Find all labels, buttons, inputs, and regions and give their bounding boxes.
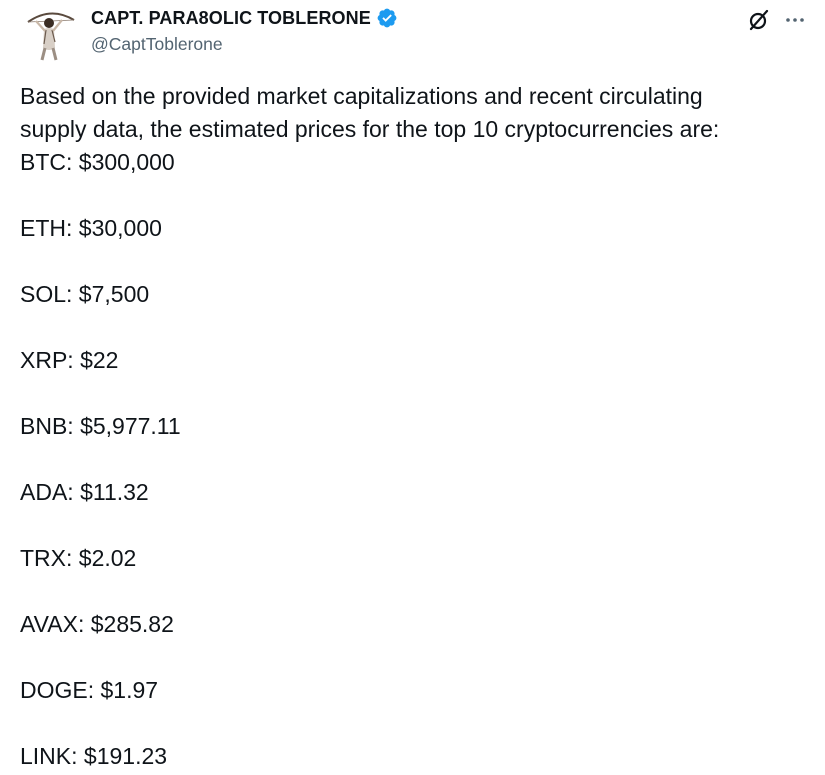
- verified-badge-icon[interactable]: [376, 7, 398, 29]
- user-handle[interactable]: @CaptToblerone: [91, 34, 398, 55]
- price-line-link: LINK: $191.23: [20, 743, 168, 769]
- avatar[interactable]: [22, 4, 80, 62]
- price-line-bnb: BNB: $5,977.11: [20, 413, 181, 439]
- price-line-xrp: XRP: $22: [20, 347, 119, 373]
- tweet-intro-line: Based on the provided market capitalizat…: [20, 83, 703, 109]
- more-horizontal-icon[interactable]: [783, 8, 807, 32]
- tweet-intro-line: supply data, the estimated prices for th…: [20, 116, 720, 142]
- tweet-card: CAPT. PARA8OLIC TOBLERONE @CaptToblerone: [0, 0, 825, 775]
- price-line-btc: BTC: $300,000: [20, 149, 175, 175]
- name-row: CAPT. PARA8OLIC TOBLERONE: [91, 6, 398, 30]
- tweet-header: CAPT. PARA8OLIC TOBLERONE @CaptToblerone: [91, 6, 398, 55]
- price-line-avax: AVAX: $285.82: [20, 611, 174, 637]
- display-name[interactable]: CAPT. PARA8OLIC TOBLERONE: [91, 8, 371, 29]
- archer-figure-avatar: [22, 4, 80, 62]
- price-line-trx: TRX: $2.02: [20, 545, 137, 571]
- tweet-actions: [747, 8, 807, 32]
- price-line-sol: SOL: $7,500: [20, 281, 150, 307]
- tweet-text: Based on the provided market capitalizat…: [20, 80, 810, 773]
- price-line-ada: ADA: $11.32: [20, 479, 149, 505]
- grok-slash-circle-icon[interactable]: [747, 8, 771, 32]
- price-line-doge: DOGE: $1.97: [20, 677, 159, 703]
- price-line-eth: ETH: $30,000: [20, 215, 162, 241]
